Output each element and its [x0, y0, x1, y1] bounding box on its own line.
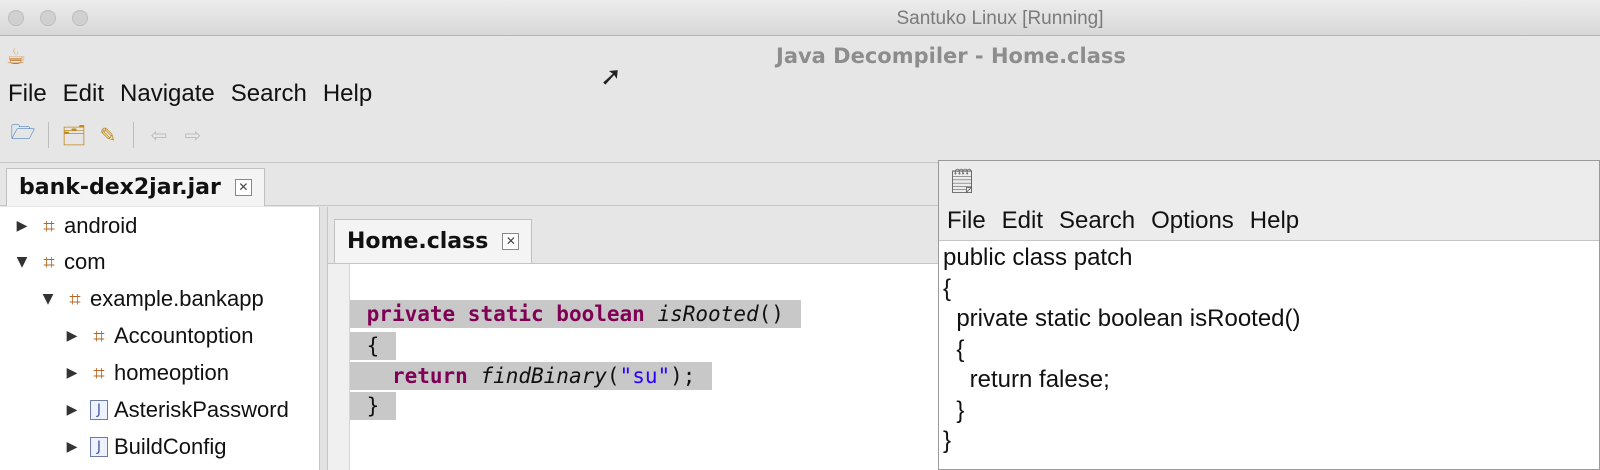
- file-tabstrip: bank-dex2jar.jar ✕: [0, 162, 940, 206]
- editor-tab-label: Home.class: [347, 229, 489, 254]
- notepad-window: 🗒 File Edit Search Options Help public c…: [938, 160, 1600, 470]
- text-line: return falese;: [943, 366, 1110, 393]
- search-icon[interactable]: ✎: [91, 119, 125, 151]
- notepad-menu-edit[interactable]: Edit: [994, 201, 1051, 240]
- tree-item-label: android: [64, 213, 138, 238]
- collapse-arrow-icon[interactable]: ▼: [10, 254, 34, 270]
- code-gutter: [328, 264, 350, 470]
- text-line: }: [943, 396, 965, 424]
- back-icon[interactable]: ⇦: [142, 119, 176, 151]
- text-line: private static boolean isRooted(): [943, 305, 1301, 332]
- tree-item-label: homeoption: [114, 360, 229, 385]
- package-icon: ⌗: [93, 361, 105, 385]
- tree-item[interactable]: ▶ ⌗ android: [10, 209, 138, 243]
- tree-item[interactable]: ▶ J AsteriskPassword: [60, 393, 289, 427]
- notepad-text-area[interactable]: public class patch { private static bool…: [943, 243, 1593, 457]
- menu-file[interactable]: File: [0, 77, 55, 111]
- code-text: {: [366, 334, 380, 358]
- code-view[interactable]: private static boolean isRooted() { retu…: [328, 263, 938, 470]
- tree-item-label: Accountoption: [114, 323, 254, 348]
- forward-icon[interactable]: ⇨: [176, 119, 210, 151]
- text-line: public class patch: [943, 244, 1133, 271]
- code-line: {: [350, 332, 396, 360]
- editor-tabstrip: Home.class ✕: [328, 213, 938, 263]
- vm-titlebar: Santuko Linux [Running]: [0, 0, 1600, 36]
- notepad-menubar: File Edit Search Options Help: [939, 201, 1599, 241]
- code-text: }: [366, 394, 380, 418]
- code-method-name: isRooted: [657, 302, 759, 326]
- notepad-menu-search[interactable]: Search: [1051, 201, 1143, 240]
- notepad-menu-options[interactable]: Options: [1143, 201, 1242, 240]
- tree-item[interactable]: ▶ ⌗ Accountoption: [60, 319, 254, 353]
- package-icon: ⌗: [93, 324, 105, 348]
- code-line: }: [350, 392, 396, 420]
- notepad-icon: 🗒: [947, 167, 978, 195]
- package-icon: ⌗: [43, 214, 55, 238]
- expand-arrow-icon[interactable]: ▶: [60, 328, 84, 344]
- code-text: );: [670, 364, 696, 388]
- app-titlebar: ☕ Java Decompiler - Home.class: [0, 37, 1600, 73]
- toolbar-separator: [133, 122, 134, 148]
- tree-item[interactable]: ▼ ⌗ com: [10, 245, 106, 279]
- package-tree: ▶ ⌗ android ▼ ⌗ com ▼ ⌗ example.bankapp …: [0, 207, 320, 470]
- tree-item-label: AsteriskPassword: [114, 397, 289, 422]
- text-line: }: [943, 427, 952, 454]
- menu-search[interactable]: Search: [223, 77, 315, 111]
- java-class-icon: J: [90, 437, 108, 457]
- expand-arrow-icon[interactable]: ▶: [10, 218, 34, 234]
- expand-arrow-icon[interactable]: ▶: [60, 439, 84, 455]
- tree-item[interactable]: ▼ ⌗ example.bankapp: [36, 282, 264, 316]
- package-icon: ⌗: [43, 250, 55, 274]
- tree-item[interactable]: ▶ J BuildConfig: [60, 430, 227, 464]
- app-title: Java Decompiler - Home.class: [776, 44, 1126, 68]
- app-menubar: File Edit Navigate Search Help: [0, 77, 380, 111]
- code-keyword: return: [391, 364, 468, 388]
- package-icon: ⌗: [69, 287, 81, 311]
- open-type-icon[interactable]: 🗂: [57, 119, 91, 151]
- file-tab[interactable]: bank-dex2jar.jar ✕: [6, 168, 265, 206]
- file-tab-label: bank-dex2jar.jar: [19, 175, 221, 200]
- code-keyword: private static boolean: [366, 302, 645, 326]
- notepad-menu-file[interactable]: File: [939, 201, 994, 240]
- mouse-cursor-icon: ➚: [600, 62, 622, 92]
- text-line: {: [943, 335, 965, 363]
- pane-splitter[interactable]: [320, 207, 328, 470]
- open-file-icon[interactable]: 🗁: [6, 119, 40, 151]
- code-text: (): [758, 302, 784, 326]
- menu-edit[interactable]: Edit: [55, 77, 112, 111]
- code-line: private static boolean isRooted(): [350, 300, 801, 328]
- app-icon: ☕: [6, 45, 26, 70]
- editor-tab[interactable]: Home.class ✕: [334, 219, 533, 263]
- code-string: "su": [619, 364, 671, 388]
- close-icon[interactable]: ✕: [502, 233, 520, 250]
- tree-item[interactable]: ▶ ⌗ homeoption: [60, 356, 229, 390]
- expand-arrow-icon[interactable]: ▶: [60, 365, 84, 381]
- notepad-titlebar: 🗒: [939, 161, 1599, 201]
- code-line: return findBinary("su");: [350, 362, 713, 390]
- text-line: {: [943, 274, 952, 302]
- toolbar-separator: [48, 122, 49, 148]
- tree-item-label: BuildConfig: [114, 434, 227, 459]
- close-icon[interactable]: ✕: [234, 179, 252, 196]
- expand-arrow-icon[interactable]: ▶: [60, 402, 84, 418]
- java-class-icon: J: [90, 400, 108, 420]
- menu-navigate[interactable]: Navigate: [112, 77, 223, 111]
- tree-item-label: example.bankapp: [90, 286, 264, 311]
- vm-window-title: Santuko Linux [Running]: [896, 8, 1104, 29]
- notepad-menu-help[interactable]: Help: [1242, 201, 1307, 240]
- collapse-arrow-icon[interactable]: ▼: [36, 291, 60, 307]
- code-method-name: findBinary: [480, 364, 607, 388]
- app-toolbar: 🗁 🗂 ✎ ⇦ ⇨: [0, 117, 210, 153]
- code-text: (: [606, 364, 620, 388]
- menu-help[interactable]: Help: [315, 77, 380, 111]
- tree-item-label: com: [64, 249, 106, 274]
